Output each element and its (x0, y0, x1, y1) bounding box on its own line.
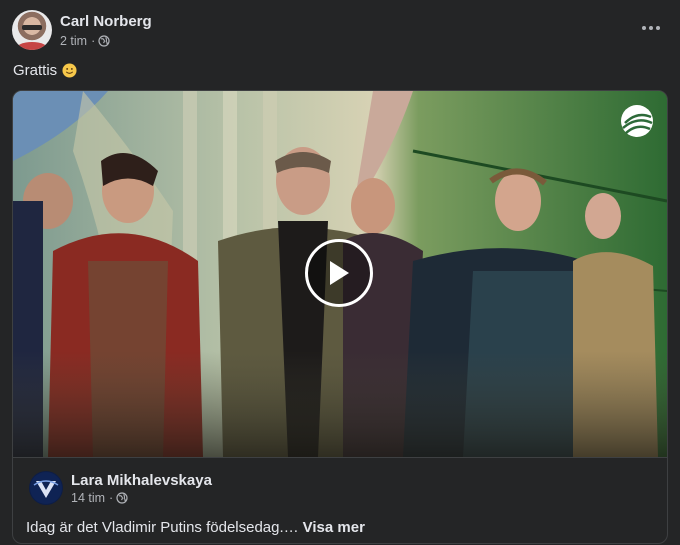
shared-author-name[interactable]: Lara Mikhalevskaya (71, 471, 212, 490)
post-subline: 2 tim · (60, 33, 152, 49)
play-icon[interactable] (305, 239, 373, 307)
separator-dot: · (91, 33, 96, 48)
shared-post-message: Idag är det Vladimir Putins födelsedag.… (26, 519, 299, 536)
post-meta: Carl Norberg 2 tim · (60, 12, 152, 49)
shared-post-card[interactable]: Lara Mikhalevskaya 14 tim · Idag är det … (12, 90, 668, 544)
shared-post-info: Lara Mikhalevskaya 14 tim · Idag är det … (13, 457, 667, 543)
shared-post-subline: 14 tim · (71, 491, 212, 505)
post-header: Carl Norberg 2 tim · (12, 10, 152, 50)
author-name[interactable]: Carl Norberg (60, 12, 152, 31)
globe-icon[interactable] (98, 34, 110, 47)
shared-post-meta: Lara Mikhalevskaya 14 tim · (71, 471, 212, 505)
post-message: Grattis (13, 62, 58, 79)
post-timestamp[interactable]: 2 tim (60, 33, 87, 49)
smiling-face-icon (62, 63, 77, 78)
feed-post: Carl Norberg 2 tim · Grattis Lara Mikhal… (0, 0, 680, 545)
shared-author-avatar[interactable] (29, 471, 63, 505)
shared-post-text: Idag är det Vladimir Putins födelsedag.…… (26, 519, 365, 536)
tv-channel-logo (621, 105, 653, 137)
video-thumbnail[interactable] (13, 91, 667, 457)
separator-dot: · (109, 491, 114, 505)
more-options-icon[interactable] (636, 16, 666, 40)
author-avatar[interactable] (12, 10, 52, 50)
post-text: Grattis (13, 62, 77, 79)
shared-post-header: Lara Mikhalevskaya 14 tim · (29, 471, 212, 505)
globe-icon[interactable] (116, 492, 128, 504)
shared-post-timestamp[interactable]: 14 tim (71, 491, 105, 505)
see-more-link[interactable]: Visa mer (303, 519, 365, 536)
